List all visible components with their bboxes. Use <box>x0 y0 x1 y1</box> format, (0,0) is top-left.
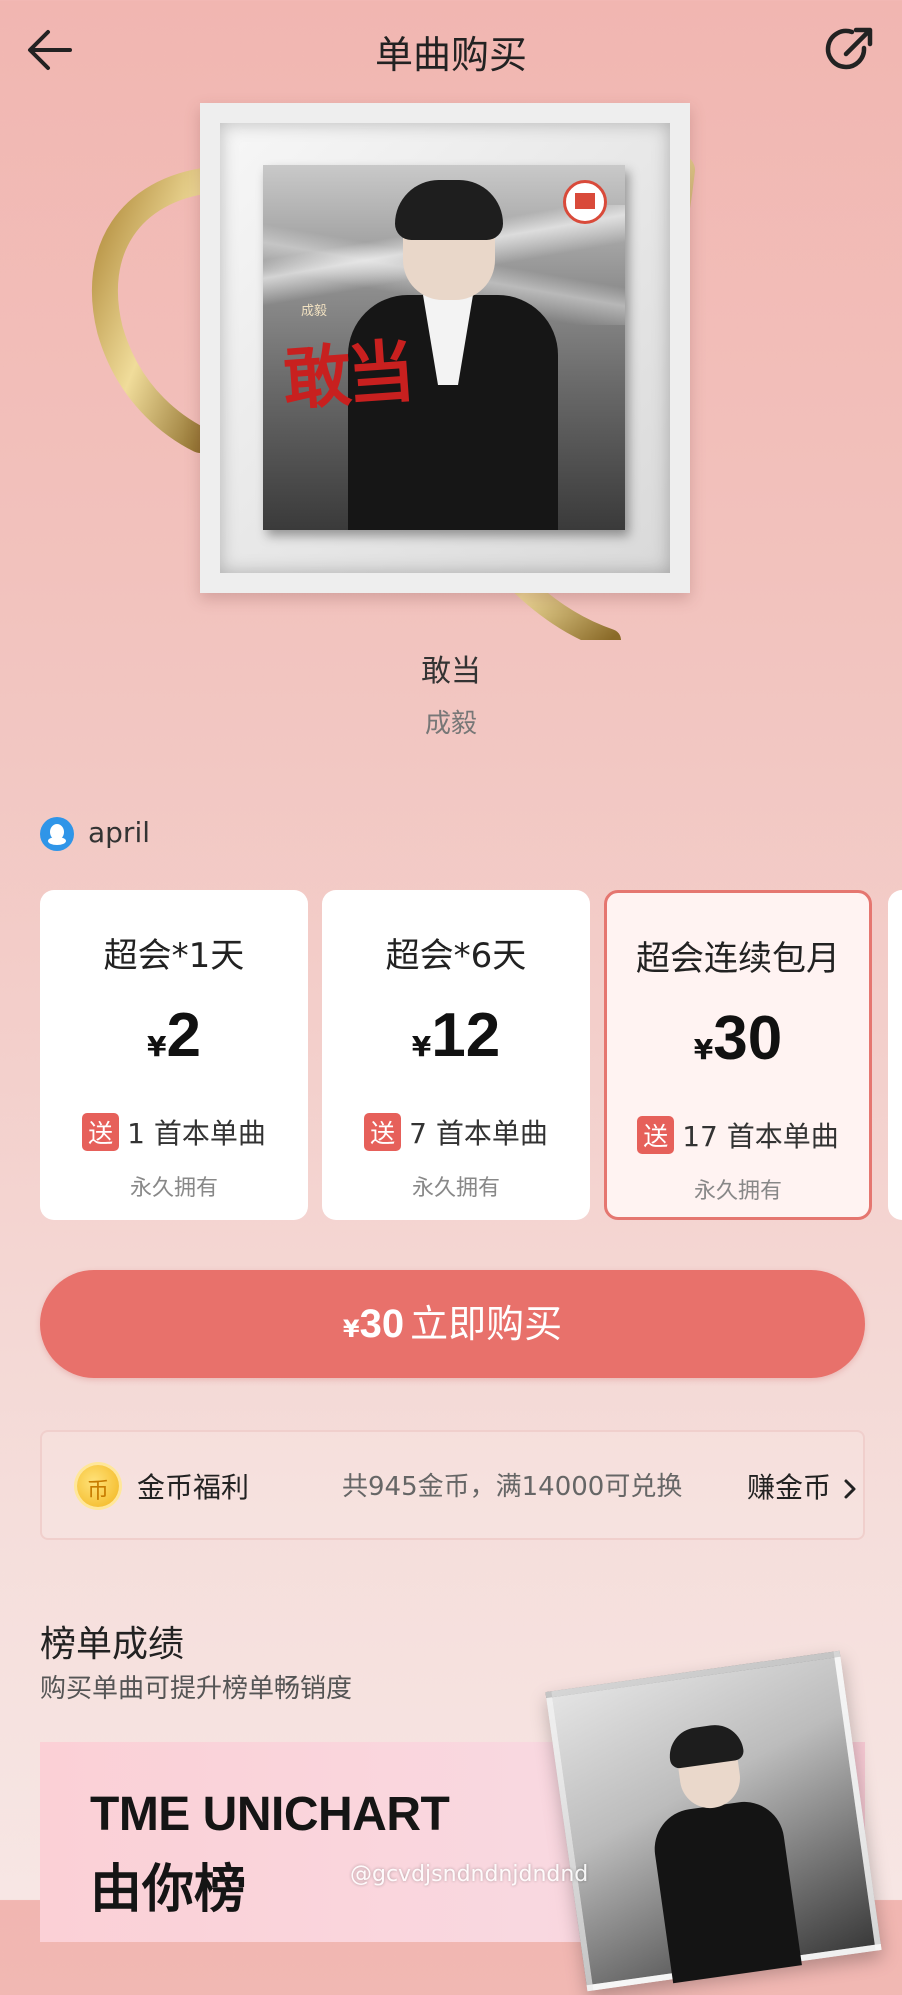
gift-text: 17 首本单曲 <box>682 1120 839 1153</box>
plan-name: 超会*1天 <box>103 936 245 976</box>
album-cover: 成毅 敢当 <box>263 165 625 530</box>
chart-banner-subtitle: 由你榜 <box>90 1860 247 1920</box>
watermark: @gcvdjsndndnjdndnd <box>350 1862 589 1887</box>
cover-figure-hair <box>395 180 503 240</box>
plan-card[interactable]: 超会*6天 ¥12 送7 首本单曲 永久拥有 <box>322 890 590 1220</box>
gift-tag: 送 <box>637 1116 675 1154</box>
coin-rewards-label: 金币福利 <box>137 1471 250 1504</box>
page-title: 单曲购买 <box>374 33 527 77</box>
gift-text: 7 首本单曲 <box>409 1117 548 1150</box>
chart-section-subtitle: 购买单曲可提升榜单畅销度 <box>40 1674 353 1704</box>
account-name: april <box>88 816 151 849</box>
plan-price: ¥2 <box>40 1000 308 1071</box>
plan-amount: 2 <box>166 1001 201 1070</box>
plan-card[interactable]: 超会*1天 ¥2 送1 首本单曲 永久拥有 <box>40 890 308 1220</box>
buy-currency: ¥ <box>342 1315 360 1343</box>
share-button[interactable] <box>818 18 882 82</box>
currency-symbol: ¥ <box>693 1033 714 1066</box>
chart-banner-title: TME UNICHART <box>90 1788 450 1841</box>
coin-icon-glyph: 币 <box>86 1479 109 1504</box>
qq-account-icon <box>40 817 74 851</box>
coin-rewards-row[interactable]: 币 金币福利 共945金币，满14000可兑换 赚金币 <box>40 1430 865 1540</box>
share-icon <box>825 27 873 70</box>
cover-artist: 成毅 <box>301 304 328 319</box>
plan-name: 超会连续包月 <box>636 939 840 979</box>
plan-ownership: 永久拥有 <box>129 1176 218 1201</box>
cover-title: 敢当 <box>280 331 414 421</box>
chart-cover-figure-suit <box>649 1796 802 1984</box>
plan-ownership: 永久拥有 <box>411 1176 500 1201</box>
song-artist[interactable]: 成毅 <box>0 703 902 740</box>
earn-coins-label: 赚金币 <box>747 1471 832 1504</box>
plan-amount: 30 <box>713 1004 783 1073</box>
song-title: 敢当 <box>421 654 481 689</box>
plan-card-next[interactable] <box>888 890 902 1220</box>
plan-amount: 12 <box>431 1001 501 1070</box>
currency-symbol: ¥ <box>147 1030 167 1063</box>
coin-icon: 币 <box>77 1465 119 1507</box>
plan-card-selected[interactable]: 超会连续包月 ¥30 送 17 首本单曲 永久拥有 <box>604 890 872 1220</box>
buy-amount: 30 <box>359 1302 405 1346</box>
gift-tag: 送 <box>82 1113 120 1151</box>
gift-text: 1 首本单曲 <box>127 1117 266 1150</box>
buy-now-button[interactable]: ¥30 立即购买 <box>40 1270 865 1378</box>
plan-ownership: 永久拥有 <box>693 1179 782 1204</box>
buy-label: 立即购买 <box>410 1302 563 1346</box>
plan-gift: 送 17 首本单曲 <box>607 1115 869 1155</box>
chart-section-title: 榜单成绩 <box>40 1624 185 1665</box>
chart-album-cover <box>545 1650 882 1992</box>
header: 单曲购买 <box>0 0 902 100</box>
chevron-right-icon <box>844 1479 856 1499</box>
cover-badge-icon <box>563 180 607 224</box>
plan-gift: 送7 首本单曲 <box>322 1112 590 1152</box>
plan-price: ¥30 <box>607 1003 869 1074</box>
coin-balance-info: 共945金币，满14000可兑换 <box>342 1472 683 1502</box>
gift-tag: 送 <box>364 1113 402 1151</box>
plan-price: ¥12 <box>322 1000 590 1071</box>
plan-gift: 送1 首本单曲 <box>40 1112 308 1152</box>
plan-name: 超会*6天 <box>385 936 527 976</box>
currency-symbol: ¥ <box>411 1030 432 1063</box>
earn-coins-link[interactable]: 赚金币 <box>747 1466 860 1506</box>
